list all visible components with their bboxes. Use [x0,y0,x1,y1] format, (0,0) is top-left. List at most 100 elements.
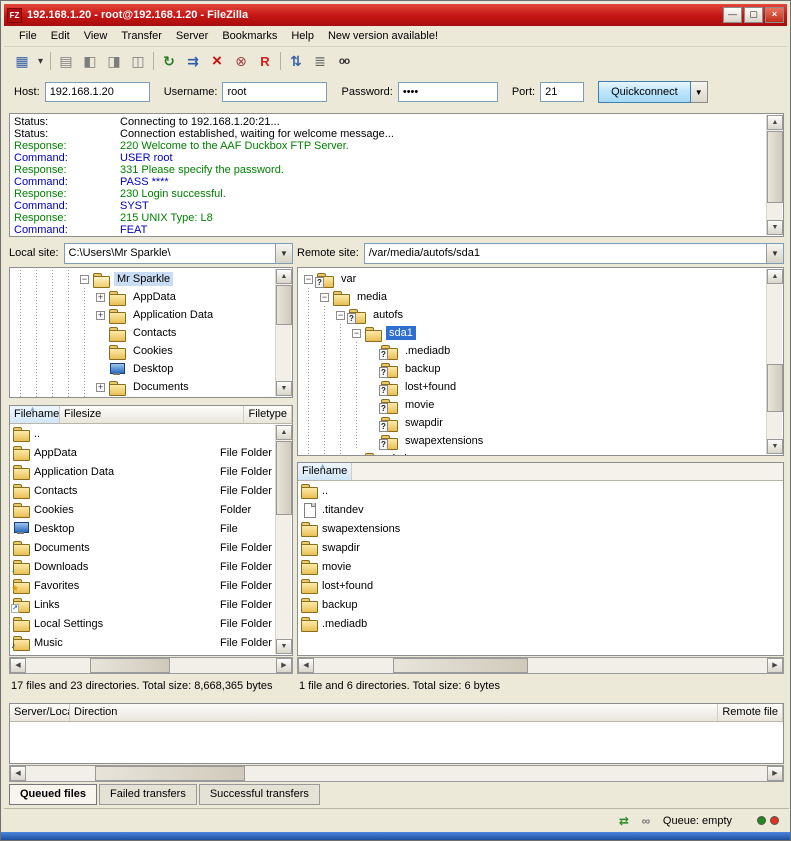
file-row[interactable]: Local Settings File Folder [10,614,275,633]
refresh-button[interactable] [157,50,181,72]
tree-item[interactable]: lost+found [298,378,766,396]
disconnect-button[interactable] [229,50,253,72]
menu-item[interactable]: Edit [44,28,77,44]
close-button[interactable]: × [765,7,784,23]
tree-item-label[interactable]: backup [402,362,443,376]
tree-item[interactable]: Mr Sparkle [10,270,275,288]
column-header[interactable]: Filesize [60,406,244,423]
tree-item-label[interactable]: swapextensions [402,434,486,448]
tree-item[interactable]: Documents [10,378,275,396]
chevron-down-icon[interactable]: ▼ [766,244,783,263]
filter-button[interactable] [284,50,308,72]
minimize-button[interactable]: — [723,7,742,23]
message-log-toggle-button[interactable] [54,50,78,72]
column-header[interactable]: Server/Local file [10,704,70,721]
column-header[interactable]: Remote file [718,704,783,721]
tree-expander[interactable] [96,311,105,320]
tree-item-label[interactable]: swapdir [402,416,446,430]
tree-item[interactable]: sda1 [298,324,766,342]
find-files-button[interactable] [332,50,356,72]
directory-comparison-icon[interactable] [616,813,632,829]
tree-item[interactable]: movie [298,396,766,414]
scroll-right-icon[interactable]: ▶ [767,766,783,781]
tree-item-label[interactable]: dvd [386,452,410,456]
menu-item[interactable]: Bookmarks [215,28,284,44]
log-scrollbar[interactable]: ▲ ▼ [766,115,782,235]
tree-item-label[interactable]: var [338,272,359,286]
scroll-left-icon[interactable]: ◀ [10,658,26,673]
tree-item-label[interactable]: Contacts [130,326,179,340]
cancel-button[interactable] [205,50,229,72]
file-row[interactable]: Cookies Folder [10,500,275,519]
tree-item[interactable]: Application Data [10,306,275,324]
scroll-up-icon[interactable]: ▲ [767,269,783,284]
column-header[interactable]: Direction [70,704,718,721]
scroll-right-icon[interactable]: ▶ [276,658,292,673]
scroll-right-icon[interactable]: ▶ [767,658,783,673]
file-row[interactable]: Links File Folder [10,595,275,614]
site-manager-caret[interactable] [34,50,47,72]
scroll-up-icon[interactable]: ▲ [276,425,292,440]
maximize-button[interactable]: ▢ [744,7,763,23]
tree-item[interactable]: Downloads [10,396,275,398]
tree-item-label[interactable]: media [354,290,390,304]
remote-tree-scrollbar[interactable]: ▲ ▼ [766,269,782,454]
tree-item[interactable]: AppData [10,288,275,306]
tree-item-label[interactable]: Desktop [130,362,176,376]
queue-hscrollbar[interactable]: ◀ ▶ [9,765,784,782]
local-list-scrollbar[interactable]: ▲ ▼ [275,425,291,654]
tree-item-label[interactable]: Application Data [130,308,216,322]
tree-expander[interactable] [352,329,361,338]
scroll-up-icon[interactable]: ▲ [767,115,783,130]
tree-item-label[interactable]: movie [402,398,437,412]
file-row[interactable]: .. [298,481,783,500]
local-site-combobox[interactable]: C:\Users\Mr Sparkle\ ▼ [64,243,293,264]
tree-item[interactable]: var [298,270,766,288]
tree-item[interactable]: .mediadb [298,342,766,360]
directory-comparison-button[interactable] [308,50,332,72]
file-row[interactable]: Documents File Folder [10,538,275,557]
file-row[interactable]: Favorites File Folder [10,576,275,595]
port-input[interactable] [540,82,584,102]
column-header[interactable]: Filetype [244,406,292,423]
scroll-left-icon[interactable]: ◀ [10,766,26,781]
file-row[interactable]: .. [10,424,275,443]
queue-tab[interactable]: Queued files [9,784,97,805]
file-row[interactable]: swapdir [298,538,783,557]
local-tree-scrollbar[interactable]: ▲ ▼ [275,269,291,396]
tree-expander[interactable] [336,311,345,320]
file-row[interactable]: AppData File Folder [10,443,275,462]
menu-item[interactable]: View [77,28,115,44]
menu-item[interactable]: Help [284,28,321,44]
tree-item-label[interactable]: Cookies [130,344,176,358]
tree-item[interactable]: Cookies [10,342,275,360]
scroll-down-icon[interactable]: ▼ [276,639,292,654]
file-row[interactable]: Contacts File Folder [10,481,275,500]
file-row[interactable]: Downloads File Folder [10,557,275,576]
tree-item[interactable]: Desktop [10,360,275,378]
synchronized-browsing-icon[interactable] [638,813,654,829]
tree-item[interactable]: swapdir [298,414,766,432]
host-input[interactable] [45,82,150,102]
password-input[interactable] [398,82,498,102]
file-row[interactable]: Application Data File Folder [10,462,275,481]
file-row[interactable]: Music File Folder [10,633,275,652]
file-row[interactable]: movie [298,557,783,576]
file-row[interactable]: .titandev [298,500,783,519]
process-queue-button[interactable] [181,50,205,72]
chevron-down-icon[interactable]: ▼ [275,244,292,263]
local-tree-toggle-button[interactable] [78,50,102,72]
scroll-down-icon[interactable]: ▼ [767,439,783,454]
menu-item[interactable]: New version available! [321,28,445,44]
quickconnect-button[interactable]: Quickconnect [598,81,691,103]
tree-item-label[interactable]: lost+found [402,380,459,394]
tree-item-label[interactable]: .mediadb [402,344,453,358]
queue-tab[interactable]: Successful transfers [199,784,320,805]
queue-tab[interactable]: Failed transfers [99,784,197,805]
remote-site-combobox[interactable]: /var/media/autofs/sda1 ▼ [364,243,784,264]
remote-tree-toggle-button[interactable] [102,50,126,72]
tree-expander[interactable] [96,383,105,392]
tree-item[interactable]: media [298,288,766,306]
tree-expander[interactable] [304,275,313,284]
local-list-hscrollbar[interactable]: ◀ ▶ [9,657,293,674]
